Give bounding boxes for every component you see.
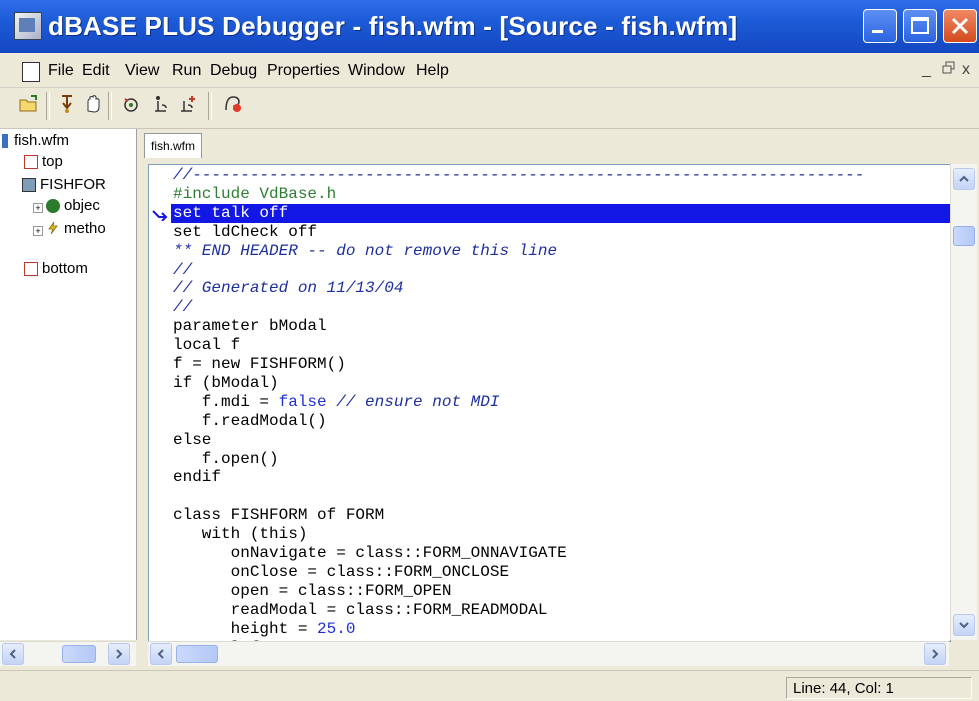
menu-view[interactable]: View (125, 62, 159, 80)
code-line[interactable]: f = new FISHFORM() (173, 355, 346, 374)
code-line[interactable]: set talk off (173, 204, 288, 223)
code-line[interactable]: set ldCheck off (173, 223, 317, 242)
toolbar-separator (46, 92, 50, 120)
chevron-right-icon (116, 649, 123, 659)
execution-pointer-icon (152, 210, 168, 221)
stop-hand-icon[interactable] (82, 93, 104, 115)
doc-icon (24, 155, 38, 169)
close-button[interactable] (943, 9, 977, 43)
document-menu-icon[interactable] (22, 62, 40, 82)
code-line[interactable]: #include VdBase.h (173, 185, 336, 204)
menu-file[interactable]: File (48, 62, 74, 80)
maximize-icon (911, 17, 929, 34)
methods-icon (48, 221, 58, 235)
cursor-position-status: Line: 44, Col: 1 (786, 677, 972, 699)
code-line[interactable]: onClose = class::FORM_ONCLOSE (173, 563, 509, 582)
code-line[interactable]: else (173, 431, 211, 450)
editor-scroll-thumb[interactable] (176, 645, 218, 663)
menu-help[interactable]: Help (416, 62, 449, 80)
code-line[interactable]: with (this) (173, 525, 308, 544)
tree-horizontal-scrollbar[interactable] (0, 641, 136, 666)
toolbar-separator (208, 92, 212, 120)
code-line[interactable]: local f (173, 336, 240, 355)
tree-item-fishform[interactable]: FISHFOR (40, 176, 106, 193)
expand-methods-button[interactable]: + (33, 226, 43, 236)
vertical-scroll-thumb[interactable] (953, 226, 975, 246)
chevron-right-icon (932, 649, 939, 659)
open-folder-icon[interactable] (18, 93, 40, 115)
maximize-button[interactable] (903, 9, 937, 43)
tree-scroll-thumb[interactable] (62, 645, 96, 663)
chevron-left-icon (157, 649, 164, 659)
code-line[interactable]: class FISHFORM of FORM (173, 506, 384, 525)
debugger-window: dBASE PLUS Debugger - fish.wfm - [Source… (0, 0, 979, 701)
menu-debug[interactable]: Debug (210, 62, 257, 80)
code-line[interactable]: endif (173, 468, 221, 487)
tab-fish-wfm[interactable]: fish.wfm (144, 133, 203, 158)
editor-horizontal-scrollbar[interactable] (148, 641, 949, 666)
code-line[interactable]: // (173, 298, 192, 317)
code-line[interactable]: height = 25.0 (173, 620, 356, 639)
menu-run[interactable]: Run (172, 62, 201, 80)
editor-scroll-left-button[interactable] (150, 643, 172, 665)
watch-icon[interactable] (120, 93, 142, 115)
tree-item-methods[interactable]: metho (64, 220, 106, 237)
editor-scroll-right-button[interactable] (924, 643, 946, 665)
tree-item-fish-wfm[interactable]: fish.wfm (14, 132, 69, 149)
code-line[interactable]: //--------------------------------------… (173, 166, 864, 185)
tree-scroll-right-button[interactable] (108, 643, 130, 665)
chevron-down-icon (959, 622, 969, 629)
tree-item-objects[interactable]: objec (64, 197, 100, 214)
mdi-close-button[interactable]: x (962, 61, 970, 79)
source-editor[interactable]: //--------------------------------------… (148, 164, 951, 642)
mdi-minimize-button[interactable]: _ (922, 61, 931, 79)
doc-icon (24, 262, 38, 276)
form-icon (22, 178, 36, 192)
toolbar (0, 88, 979, 129)
mdi-restore-button[interactable] (942, 61, 956, 80)
minimize-button[interactable] (863, 9, 897, 43)
close-icon (951, 17, 969, 35)
code-line[interactable]: readModal = class::FORM_READMODAL (173, 601, 548, 620)
restore-icon (942, 61, 955, 74)
code-line[interactable]: if (bModal) (173, 374, 279, 393)
code-line[interactable]: f.readModal() (173, 412, 327, 431)
menu-window[interactable]: Window (348, 62, 405, 80)
tree-scroll-left-button[interactable] (2, 643, 24, 665)
code-line[interactable]: f.open() (173, 450, 279, 469)
expand-objects-button[interactable]: + (33, 203, 43, 213)
menu-edit[interactable]: Edit (82, 62, 110, 80)
breakpoint-icon[interactable] (222, 93, 244, 115)
file-icon (2, 134, 8, 148)
title-bar[interactable]: dBASE PLUS Debugger - fish.wfm - [Source… (0, 0, 979, 53)
step-over-icon[interactable] (56, 93, 78, 115)
code-line[interactable]: f.mdi = false // ensure not MDI (173, 393, 500, 412)
tree-item-top[interactable]: top (42, 153, 63, 170)
inspect-icon[interactable] (152, 93, 174, 115)
chevron-left-icon (9, 649, 16, 659)
code-line[interactable]: // (173, 261, 192, 280)
minimize-icon (872, 30, 883, 33)
window-title: dBASE PLUS Debugger - fish.wfm - [Source… (48, 11, 738, 41)
source-tab-strip (140, 129, 979, 159)
chevron-up-icon (959, 175, 969, 182)
code-line[interactable]: parameter bModal (173, 317, 327, 336)
scroll-down-button[interactable] (953, 614, 975, 636)
inspect-plus-icon[interactable] (178, 93, 200, 115)
objects-icon (46, 199, 60, 213)
code-line[interactable]: ** END HEADER -- do not remove this line (173, 242, 557, 261)
code-line[interactable]: open = class::FORM_OPEN (173, 582, 452, 601)
scroll-up-button[interactable] (953, 168, 975, 190)
app-icon[interactable] (14, 12, 42, 40)
toolbar-separator (108, 92, 112, 120)
code-line[interactable]: onNavigate = class::FORM_ONNAVIGATE (173, 544, 567, 563)
tree-item-bottom[interactable]: bottom (42, 260, 88, 277)
menu-properties[interactable]: Properties (267, 62, 340, 80)
editor-vertical-scrollbar[interactable] (950, 164, 977, 640)
code-line[interactable]: // Generated on 11/13/04 (173, 279, 403, 298)
